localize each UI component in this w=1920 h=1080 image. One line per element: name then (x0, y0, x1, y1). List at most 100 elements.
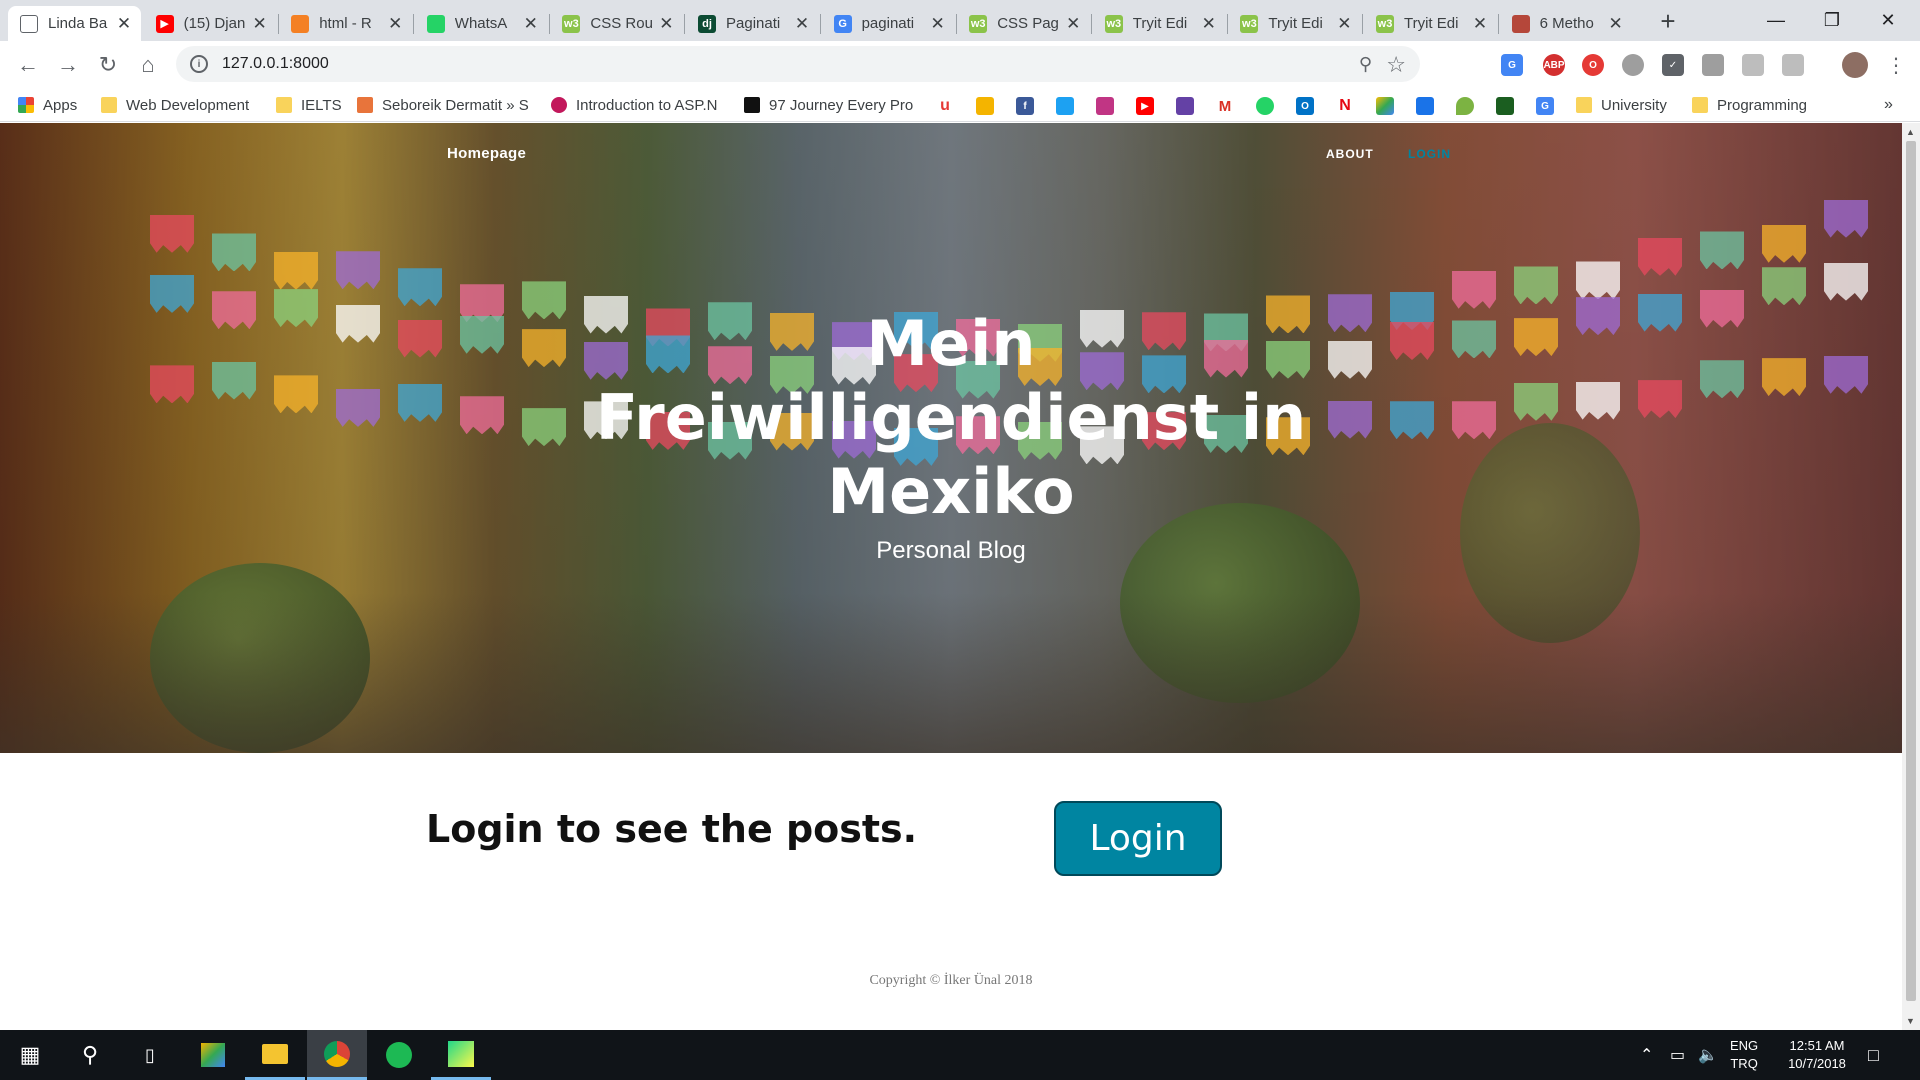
clock[interactable]: 12:51 AM 10/7/2018 (1776, 1030, 1858, 1080)
camera-extension-icon[interactable] (1702, 54, 1724, 76)
minimize-button[interactable]: — (1748, 0, 1804, 41)
banner-flag (212, 361, 256, 400)
keyboard-icon[interactable] (1416, 97, 1434, 115)
bookmark-label: Programming (1717, 96, 1808, 114)
nav-about-link[interactable]: ABOUT (1326, 147, 1374, 161)
info-icon[interactable]: i (190, 55, 208, 73)
browser-tab[interactable]: html - R ✕ (279, 6, 412, 41)
close-tab-icon[interactable]: ✕ (1607, 14, 1625, 34)
scroll-up-icon[interactable]: ▲ (1906, 127, 1915, 137)
google-drive-icon[interactable] (1376, 97, 1394, 115)
bookmark-university[interactable]: University (1576, 94, 1667, 116)
sheet-icon[interactable] (1496, 97, 1514, 115)
youtube-icon[interactable]: ▶ (1136, 97, 1154, 115)
twitch-icon[interactable] (1176, 97, 1194, 115)
forward-icon[interactable]: → (52, 49, 84, 81)
pycharm-icon[interactable] (431, 1030, 491, 1080)
new-tab-button[interactable]: + (1651, 6, 1685, 36)
bookmark-programming[interactable]: Programming (1692, 94, 1807, 116)
login-button[interactable]: Login (1054, 801, 1222, 876)
windows-start-icon[interactable]: ▦ (0, 1030, 60, 1080)
browser-tab[interactable]: w3 Tryit Edi ✕ (1093, 6, 1226, 41)
notifications-icon[interactable]: □ (1868, 1030, 1879, 1080)
pocket-extension-icon[interactable]: ✓ (1662, 54, 1684, 76)
scrollbar-thumb[interactable] (1906, 141, 1916, 1001)
language-indicator[interactable]: ENG TRQ (1730, 1030, 1758, 1080)
drop-icon[interactable] (1456, 97, 1474, 115)
close-tab-icon[interactable]: ✕ (1335, 14, 1353, 34)
gmail-icon[interactable]: M (1216, 97, 1234, 115)
home-icon[interactable]: ⌂ (132, 49, 164, 81)
reload-icon[interactable]: ↻ (92, 49, 124, 81)
nav-homepage-link[interactable]: Homepage (447, 145, 526, 162)
udemy-icon[interactable]: u (936, 97, 954, 115)
browser-tab[interactable]: w3 CSS Rou ✕ (550, 6, 683, 41)
browser-tab[interactable]: Gpaginati ✕ (822, 6, 955, 41)
font-extension-icon[interactable] (1782, 54, 1804, 76)
banner-flag (460, 315, 504, 354)
translate-extension-icon[interactable]: G (1501, 54, 1523, 76)
w3schools-icon: w3 (562, 14, 581, 33)
bookmark-seboreik[interactable]: Seboreik Dermatit » S (357, 94, 530, 116)
show-hidden-icons-chevron-icon[interactable]: ⌃ (1640, 1030, 1653, 1080)
banner-flag (1390, 322, 1434, 361)
twitter-icon[interactable] (1056, 97, 1074, 115)
back-icon[interactable]: ← (12, 49, 44, 81)
browser-tab[interactable]: Linda Ba ✕ (8, 6, 141, 41)
more-bookmarks-chevron-icon[interactable]: » (1884, 94, 1893, 116)
browser-tab[interactable]: ▶ (15) Djan ✕ (144, 6, 277, 41)
search-icon[interactable]: ⚲ (60, 1030, 120, 1080)
file-explorer-icon[interactable] (245, 1030, 305, 1080)
close-tab-icon[interactable]: ✕ (793, 14, 811, 34)
adblock-extension-icon[interactable]: ABP (1543, 54, 1565, 76)
close-tab-icon[interactable]: ✕ (251, 14, 269, 34)
netflix-icon[interactable]: N (1336, 97, 1354, 115)
browser-tab[interactable]: WhatsA ✕ (415, 6, 548, 41)
whatsapp-icon[interactable] (1256, 97, 1274, 115)
close-tab-icon[interactable]: ✕ (386, 14, 404, 34)
battery-icon[interactable]: ▭ (1670, 1030, 1685, 1080)
menu-kebab-icon[interactable]: ⋮ (1880, 49, 1912, 81)
browser-tab[interactable]: 6 Metho ✕ (1500, 6, 1633, 41)
close-tab-icon[interactable]: ✕ (1471, 14, 1489, 34)
close-window-button[interactable]: ✕ (1860, 0, 1916, 41)
mail-icon[interactable] (976, 97, 994, 115)
opera-extension-icon[interactable]: O (1582, 54, 1604, 76)
close-tab-icon[interactable]: ✕ (929, 14, 947, 34)
close-tab-icon[interactable]: ✕ (522, 14, 540, 34)
bookmark-star-icon[interactable]: ☆ (1386, 52, 1406, 78)
bookmark-apps[interactable]: Apps (18, 94, 77, 116)
chrome-taskbar-icon[interactable] (307, 1030, 367, 1080)
page-scrollbar[interactable]: ▲ ▼ (1902, 123, 1920, 1030)
bookmark-journey[interactable]: 97 Journey Every Pro (744, 94, 914, 116)
photo-app-icon[interactable] (183, 1030, 243, 1080)
address-bar[interactable]: i 127.0.0.1:8000 ⚲ ☆ (176, 46, 1420, 82)
browser-tab[interactable]: w3 Tryit Edi ✕ (1228, 6, 1361, 41)
translate-icon[interactable]: G (1536, 97, 1554, 115)
bookmark-asp[interactable]: Introduction to ASP.N (551, 94, 723, 116)
scroll-down-icon[interactable]: ▼ (1906, 1016, 1915, 1026)
instagram-icon[interactable] (1096, 97, 1114, 115)
pdf-extension-icon[interactable] (1742, 54, 1764, 76)
close-tab-icon[interactable]: ✕ (1200, 14, 1218, 34)
banner-flag (336, 251, 380, 290)
close-tab-icon[interactable]: ✕ (1064, 14, 1082, 34)
close-tab-icon[interactable]: ✕ (115, 14, 133, 34)
globe-extension-icon[interactable] (1622, 54, 1644, 76)
volume-icon[interactable]: 🔈 (1698, 1030, 1718, 1080)
browser-tab[interactable]: dj Paginati ✕ (686, 6, 819, 41)
bookmark-web-development[interactable]: Web Development (101, 94, 249, 116)
folder-icon (1576, 97, 1592, 113)
facebook-icon[interactable]: f (1016, 97, 1034, 115)
spotify-icon[interactable] (369, 1030, 429, 1080)
profile-avatar[interactable] (1842, 52, 1868, 78)
close-tab-icon[interactable]: ✕ (657, 14, 675, 34)
browser-tab[interactable]: w3 CSS Pag ✕ (957, 6, 1090, 41)
task-view-icon[interactable]: ▯ (120, 1030, 180, 1080)
restore-button[interactable]: ❐ (1804, 0, 1860, 41)
nav-login-link[interactable]: LOGIN (1408, 147, 1451, 161)
browser-tab[interactable]: w3 Tryit Edi ✕ (1364, 6, 1497, 41)
outlook-icon[interactable]: O (1296, 97, 1314, 115)
bookmark-ielts[interactable]: IELTS (276, 94, 342, 116)
zoom-icon[interactable]: ⚲ (1359, 54, 1372, 75)
